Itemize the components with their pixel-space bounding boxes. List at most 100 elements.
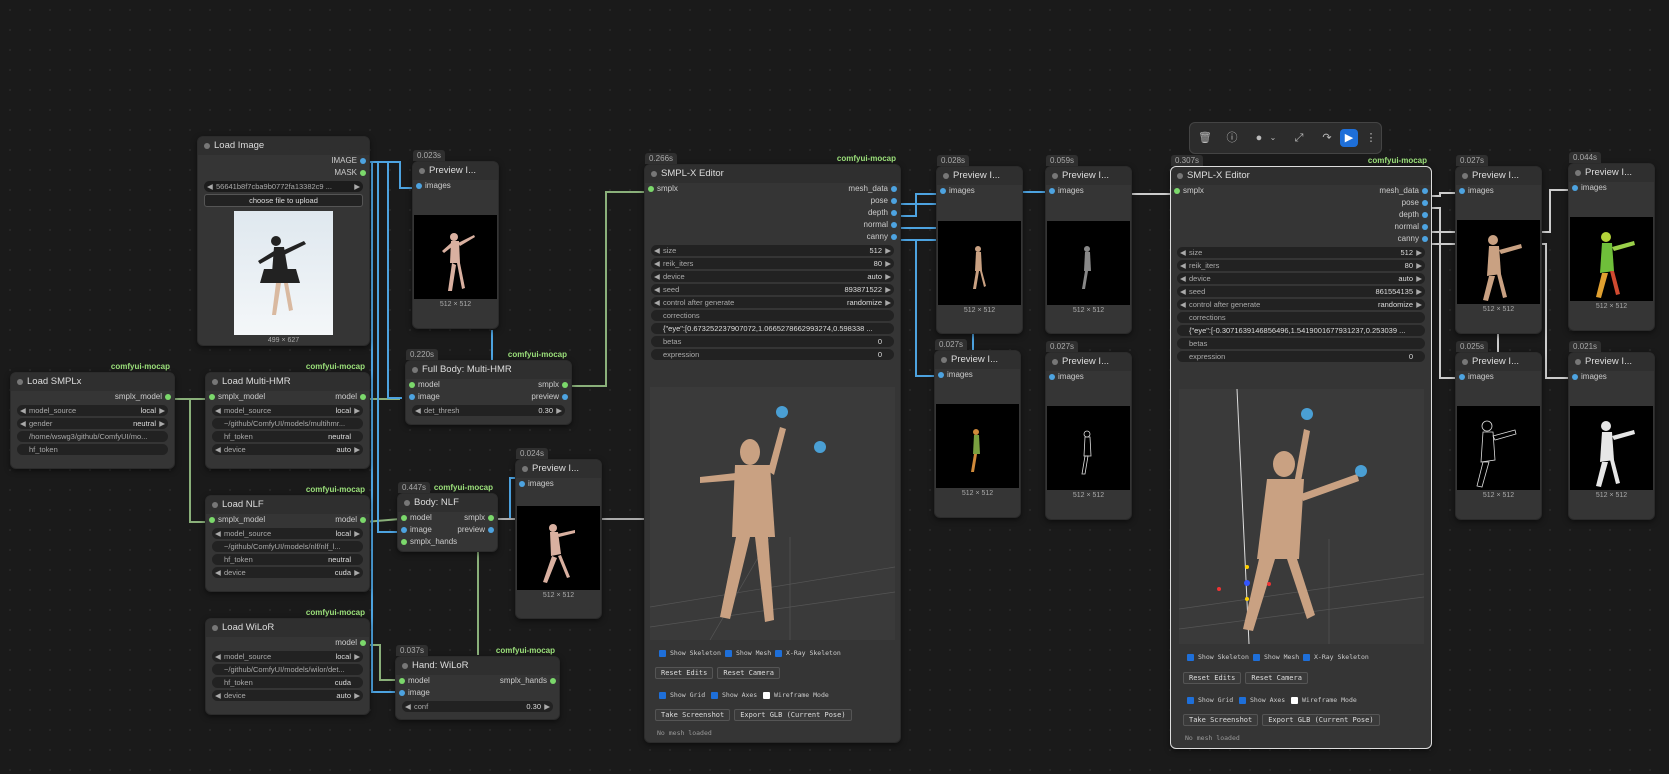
3d-viewport[interactable] [649, 387, 896, 641]
input-images[interactable]: images [1456, 185, 1541, 197]
size-widget[interactable]: ◀ size 512 ▶ [1177, 247, 1425, 258]
output-smplx-model[interactable]: smplx_model [11, 391, 174, 403]
wireframe-checkbox[interactable]: Wireframe Mode [763, 691, 829, 699]
input-images[interactable]: images [413, 180, 498, 192]
export-glb-button[interactable]: Export GLB (Current Pose) [1262, 714, 1380, 726]
input-images[interactable]: images [1569, 182, 1654, 194]
chevron-down-icon[interactable]: ⌄ [1264, 129, 1282, 147]
input-smplx-model[interactable]: smplx_model model [206, 391, 369, 403]
input-images[interactable]: images [935, 369, 1020, 381]
input-model[interactable]: model smplx [398, 512, 497, 524]
hf-token-widget[interactable]: hf_token neutral [212, 554, 363, 565]
model-source-widget[interactable]: ◀ model_source local ▶ [212, 651, 363, 662]
expression-widget[interactable]: expression 0 [651, 349, 894, 360]
input-model[interactable]: model smplx_hands [396, 675, 559, 687]
node-preview-image[interactable]: 0.027s Preview I... images 512 × 512 [934, 339, 1021, 518]
node-preview-image[interactable]: 0.027s Preview I... images 512 × 512 [1455, 155, 1542, 334]
screenshot-button[interactable]: Take Screenshot [655, 709, 731, 721]
output-image[interactable]: IMAGE [198, 155, 369, 167]
show-grid-checkbox[interactable]: Show Grid [659, 691, 705, 699]
input-images[interactable]: images [516, 478, 601, 490]
reset-edits-button[interactable]: Reset Edits [1183, 672, 1242, 684]
reset-camera-button[interactable]: Reset Camera [717, 667, 780, 679]
node-smplx-editor[interactable]: 0.266s comfyui-mocap SMPL-X Editor smplx… [644, 153, 901, 743]
model-path-widget[interactable]: /home/wswg3/github/ComfyUI/mo... [17, 431, 168, 442]
conf-widget[interactable]: ◀ conf 0.30 ▶ [402, 701, 553, 712]
size-widget[interactable]: ◀ size 512 ▶ [651, 245, 894, 256]
fit-view-icon[interactable]: ⤢ [1290, 129, 1308, 147]
model-source-widget[interactable]: ◀ model_source local ▶ [17, 405, 168, 416]
expression-widget[interactable]: expression 0 [1177, 351, 1425, 362]
node-hand-wilor[interactable]: 0.037s comfyui-mocap Hand: WiLoR model sm… [395, 645, 560, 720]
model-path-widget[interactable]: ~/github/ComfyUI/models/nlf/nlf_l... [212, 541, 363, 552]
input-smplx[interactable]: smplx mesh_data [1171, 185, 1431, 197]
input-image[interactable]: image preview [398, 524, 497, 536]
output-depth[interactable]: depth [1171, 209, 1431, 221]
node-preview-image[interactable]: 0.027s Preview I... images 512 × 512 [1045, 341, 1132, 520]
show-axes-checkbox[interactable]: Show Axes [711, 691, 757, 699]
run-icon[interactable]: ▶ [1340, 129, 1358, 147]
node-preview-image[interactable]: 0.023s Preview I... images 512 × 512 [412, 150, 499, 329]
reset-edits-button[interactable]: Reset Edits [655, 667, 714, 679]
node-body-nlf[interactable]: 0.447s comfyui-mocap Body: NLF model smpl… [397, 482, 498, 552]
output-model[interactable]: model [206, 637, 369, 649]
input-model[interactable]: model smplx [406, 379, 571, 391]
show-mesh-checkbox[interactable]: Show Mesh [725, 649, 771, 657]
reik-iters-widget[interactable]: ◀ reik_iters 80 ▶ [1177, 260, 1425, 271]
more-icon[interactable]: ⋮ [1362, 129, 1380, 147]
model-source-widget[interactable]: ◀ model_source local ▶ [212, 528, 363, 539]
device-widget[interactable]: ◀ device auto ▶ [651, 271, 894, 282]
output-canny[interactable]: canny [645, 231, 900, 243]
reik-iters-widget[interactable]: ◀ reik_iters 80 ▶ [651, 258, 894, 269]
output-canny[interactable]: canny [1171, 233, 1431, 245]
device-widget[interactable]: ◀ device auto ▶ [1177, 273, 1425, 284]
corrections-input[interactable]: {"eye":[0.67325223790707​2,1.06652786629… [651, 323, 894, 334]
control-after-generate-widget[interactable]: ◀ control after generate randomize ▶ [651, 297, 894, 308]
output-normal[interactable]: normal [645, 219, 900, 231]
model-source-widget[interactable]: ◀ model_source local ▶ [212, 405, 363, 416]
gender-widget[interactable]: ◀ gender neutral ▶ [17, 418, 168, 429]
node-preview-image[interactable]: 0.025s Preview I... images 512 × 512 [1455, 341, 1542, 520]
show-skeleton-checkbox[interactable]: Show Skeleton [1187, 653, 1249, 661]
export-glb-button[interactable]: Export GLB (Current Pose) [734, 709, 852, 721]
model-path-widget[interactable]: ~/github/ComfyUI/models/multihmr... [212, 418, 363, 429]
input-smplx[interactable]: smplx mesh_data [645, 183, 900, 195]
node-preview-image[interactable]: 0.021s Preview I... images 512 × 512 [1568, 341, 1655, 520]
node-load-image[interactable]: Load Image IMAGE MASK ◀ 56641b8f7cba9b077… [197, 136, 370, 346]
input-smplx-hands[interactable]: smplx_hands [398, 536, 497, 548]
image-file-select[interactable]: ◀ 56641b8f7cba9b0772fa13382c9 ... ▶ [204, 181, 363, 192]
show-axes-checkbox[interactable]: Show Axes [1239, 696, 1285, 704]
trash-icon[interactable]: 🗑 [1196, 129, 1214, 147]
show-mesh-checkbox[interactable]: Show Mesh [1253, 653, 1299, 661]
output-pose[interactable]: pose [645, 195, 900, 207]
info-icon[interactable]: ⓘ [1223, 129, 1241, 147]
show-grid-checkbox[interactable]: Show Grid [1187, 696, 1233, 704]
wireframe-checkbox[interactable]: Wireframe Mode [1291, 696, 1357, 704]
input-image[interactable]: image preview [406, 391, 571, 403]
node-fullbody-multihmr[interactable]: 0.220s comfyui-mocap Full Body: Multi-HM… [405, 349, 572, 425]
input-image[interactable]: image [396, 687, 559, 699]
node-load-nlf[interactable]: comfyui-mocap Load NLF smplx_model model … [205, 485, 370, 592]
input-images[interactable]: images [1456, 371, 1541, 383]
upload-button[interactable]: choose file to upload [204, 194, 363, 207]
hf-token-widget[interactable]: hf_token cuda [212, 677, 363, 688]
det-thresh-widget[interactable]: ◀ det_thresh 0.30 ▶ [412, 405, 565, 416]
corrections-input[interactable]: {"eye":[-0.3071639146856496,1.5419001677… [1177, 325, 1425, 336]
node-smplx-editor[interactable]: 0.307s comfyui-mocap SMPL-X Editor smplx… [1170, 155, 1432, 749]
3d-viewport[interactable] [1178, 388, 1425, 645]
screenshot-button[interactable]: Take Screenshot [1183, 714, 1259, 726]
show-skeleton-checkbox[interactable]: Show Skeleton [659, 649, 721, 657]
node-preview-image[interactable]: 0.044s Preview I... images 512 × 512 [1568, 152, 1655, 331]
betas-widget[interactable]: betas 0 [651, 336, 894, 347]
seed-widget[interactable]: ◀ seed 861554135 ▶ [1177, 286, 1425, 297]
input-images[interactable]: images [1569, 371, 1654, 383]
control-after-generate-widget[interactable]: ◀ control after generate randomize ▶ [1177, 299, 1425, 310]
node-preview-image[interactable]: 0.059s Preview I... images 512 × 512 [1045, 155, 1132, 334]
hf-token-widget[interactable]: hf_token [17, 444, 168, 455]
input-images[interactable]: images [937, 185, 1022, 197]
input-images[interactable]: images [1046, 185, 1131, 197]
output-pose[interactable]: pose [1171, 197, 1431, 209]
xray-skeleton-checkbox[interactable]: X-Ray Skeleton [1303, 653, 1369, 661]
xray-skeleton-checkbox[interactable]: X-Ray Skeleton [775, 649, 841, 657]
node-preview-image[interactable]: 0.028s Preview I... images 512 × 512 [936, 155, 1023, 334]
